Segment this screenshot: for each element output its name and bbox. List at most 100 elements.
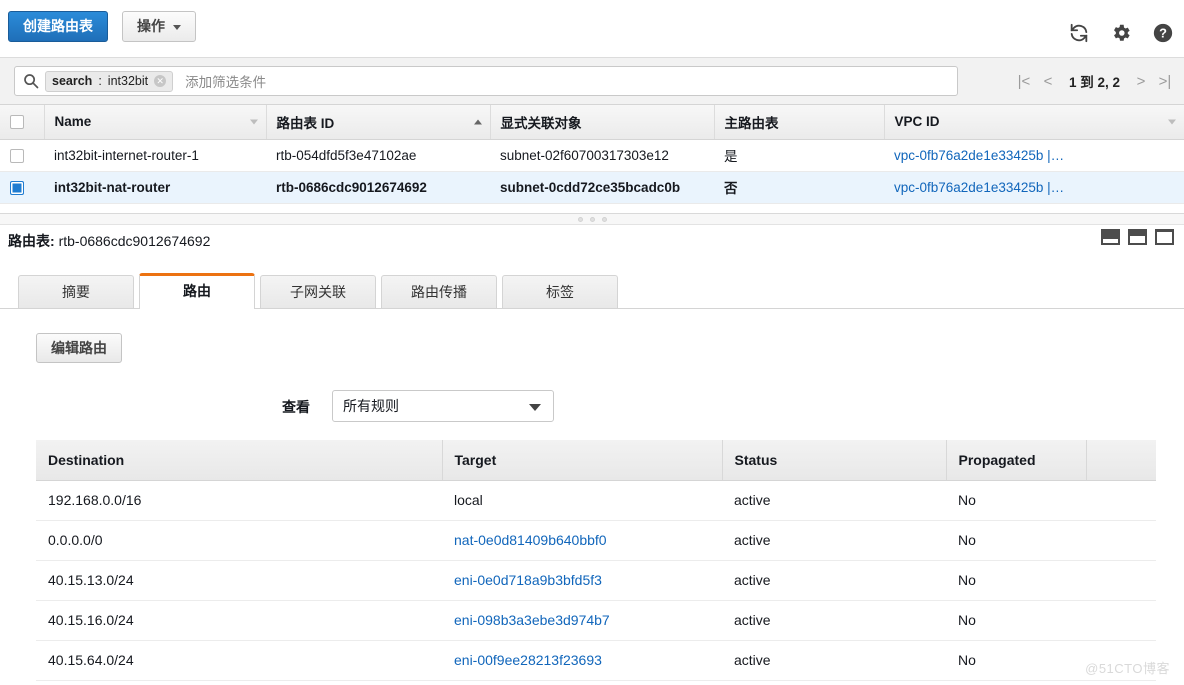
- tab-route-propagation[interactable]: 路由传播: [381, 275, 497, 309]
- tab-routes[interactable]: 路由: [139, 273, 255, 309]
- top-toolbar: 创建路由表 操作 ?: [0, 0, 1184, 57]
- pagination: |< < 1 到 2, 2 > >|: [1013, 66, 1176, 96]
- actions-label: 操作: [137, 18, 165, 34]
- table-row: 0.0.0.0/0 nat-0e0d81409b640bbf0 active N…: [36, 520, 1156, 561]
- route-target: eni-00f9ee28213f23693: [442, 640, 722, 681]
- table-row: 192.168.0.0/16 local active No: [36, 480, 1156, 521]
- pagination-first-button[interactable]: |<: [1013, 73, 1035, 90]
- route-propagated: No: [946, 560, 1086, 601]
- panel-splitter-handle[interactable]: [0, 213, 1184, 225]
- select-all-header: [0, 105, 44, 140]
- route-target: eni-098b3a3ebe3d974b7: [442, 600, 722, 641]
- pagination-next-button[interactable]: >: [1130, 73, 1152, 90]
- panel-size-small-icon[interactable]: [1101, 229, 1120, 245]
- vpc-link[interactable]: vpc-0fb76a2de1e33425b |…: [894, 180, 1064, 195]
- edit-routes-button[interactable]: 编辑路由: [36, 333, 122, 363]
- route-destination: 192.168.0.0/16: [36, 480, 442, 521]
- gear-icon[interactable]: [1110, 22, 1132, 44]
- route-propagated: No: [946, 480, 1086, 521]
- routes-column-status: Status: [721, 440, 946, 481]
- routes-table-wrapper: Destination Target Status Propagated 192…: [36, 440, 1156, 681]
- column-header-route-table-id[interactable]: 路由表 ID: [265, 105, 490, 140]
- route-status: active: [722, 560, 946, 601]
- table-row: 40.15.16.0/24 eni-098b3a3ebe3d974b7 acti…: [36, 600, 1156, 641]
- target-link[interactable]: eni-0e0d718a9b3bfd5f3: [454, 572, 602, 588]
- column-label: Name: [54, 114, 92, 130]
- actions-dropdown-button[interactable]: 操作: [122, 11, 196, 42]
- column-label: 路由表 ID: [276, 115, 335, 131]
- cell-route-table-id: rtb-0686cdc9012674692: [266, 171, 490, 204]
- route-target: local: [442, 480, 722, 521]
- cell-vpc-id: vpc-0fb76a2de1e33425b |…: [884, 139, 1184, 172]
- target-link[interactable]: nat-0e0d81409b640bbf0: [454, 532, 607, 548]
- routes-column-target: Target: [441, 440, 722, 481]
- toolbar-icon-group: ?: [1068, 22, 1174, 44]
- table-header-row: Name 路由表 ID 显式关联对象 主路由表 VPC ID: [0, 105, 1184, 140]
- target-link[interactable]: eni-098b3a3ebe3d974b7: [454, 612, 610, 628]
- panel-size-medium-icon[interactable]: [1128, 229, 1147, 245]
- cell-name: int32bit-nat-router: [44, 171, 266, 204]
- row-select-cell: [0, 171, 44, 204]
- select-all-checkbox[interactable]: [10, 115, 24, 130]
- target-link[interactable]: eni-00f9ee28213f23693: [454, 652, 602, 668]
- sort-descending-icon: [249, 119, 258, 125]
- search-filter-token[interactable]: search : int32bit ✕: [45, 70, 174, 92]
- route-spacer: [1086, 480, 1156, 521]
- route-status: active: [722, 520, 946, 561]
- column-header-main[interactable]: 主路由表: [713, 105, 884, 140]
- drag-dot-icon: [577, 216, 583, 222]
- route-propagated: No: [946, 600, 1086, 641]
- filter-bar: search : int32bit ✕ 添加筛选条件 |< < 1 到 2, 2…: [0, 57, 1184, 105]
- view-filter-label: 查看: [282, 399, 310, 415]
- detail-title-value: rtb-0686cdc9012674692: [58, 233, 211, 249]
- help-icon[interactable]: ?: [1152, 22, 1174, 44]
- sort-ascending-icon: [473, 119, 482, 125]
- refresh-icon[interactable]: [1068, 22, 1090, 44]
- column-header-vpc-id[interactable]: VPC ID: [883, 105, 1184, 140]
- detail-title: 路由表: rtb-0686cdc9012674692: [8, 231, 210, 251]
- svg-text:?: ?: [1159, 26, 1167, 41]
- create-route-table-button[interactable]: 创建路由表: [8, 11, 108, 42]
- routes-table: Destination Target Status Propagated 192…: [36, 440, 1156, 681]
- tab-summary[interactable]: 摘要: [18, 275, 134, 309]
- chevron-down-icon: [529, 404, 541, 411]
- column-header-association[interactable]: 显式关联对象: [489, 105, 714, 140]
- panel-size-controls: [1101, 229, 1174, 245]
- pagination-last-button[interactable]: >|: [1154, 73, 1176, 90]
- tab-tags[interactable]: 标签: [502, 275, 618, 309]
- row-checkbox[interactable]: [10, 180, 24, 195]
- column-label: VPC ID: [894, 114, 940, 130]
- table-row[interactable]: int32bit-nat-router rtb-0686cdc901267469…: [0, 171, 1184, 204]
- remove-token-icon[interactable]: ✕: [154, 75, 167, 87]
- route-target: nat-0e0d81409b640bbf0: [442, 520, 722, 561]
- view-filter-select[interactable]: 所有规则: [332, 390, 554, 422]
- view-filter-selected-value: 所有规则: [343, 398, 399, 414]
- route-spacer: [1086, 520, 1156, 561]
- search-input[interactable]: search : int32bit ✕ 添加筛选条件: [14, 66, 958, 96]
- routes-column-destination: Destination: [36, 440, 442, 481]
- tab-subnet-associations[interactable]: 子网关联: [260, 275, 376, 309]
- pagination-prev-button[interactable]: <: [1037, 73, 1059, 90]
- route-destination: 40.15.64.0/24: [36, 640, 442, 681]
- filter-placeholder: 添加筛选条件: [185, 75, 267, 90]
- column-header-name[interactable]: Name: [43, 105, 266, 140]
- routes-header-row: Destination Target Status Propagated: [36, 440, 1156, 481]
- detail-tabs: 摘要 路由 子网关联 路由传播 标签: [18, 273, 623, 309]
- route-destination: 40.15.16.0/24: [36, 600, 442, 641]
- detail-panel: 路由表: rtb-0686cdc9012674692 摘要 路由 子网关联 路由…: [0, 225, 1184, 685]
- routes-column-spacer: [1085, 440, 1156, 481]
- table-row[interactable]: int32bit-internet-router-1 rtb-054dfd5f3…: [0, 139, 1184, 172]
- routes-column-propagated: Propagated: [945, 440, 1086, 481]
- vpc-link[interactable]: vpc-0fb76a2de1e33425b |…: [894, 148, 1064, 163]
- column-label: 主路由表: [724, 115, 779, 131]
- route-tables-list: Name 路由表 ID 显式关联对象 主路由表 VPC ID int32bit-…: [0, 105, 1184, 213]
- token-key: search: [52, 74, 93, 88]
- table-row: 40.15.64.0/24 eni-00f9ee28213f23693 acti…: [36, 640, 1156, 681]
- chevron-down-icon: [173, 24, 181, 30]
- route-tables-table: Name 路由表 ID 显式关联对象 主路由表 VPC ID int32bit-…: [0, 105, 1184, 204]
- row-checkbox[interactable]: [10, 148, 24, 163]
- cell-vpc-id: vpc-0fb76a2de1e33425b |…: [884, 171, 1184, 204]
- route-spacer: [1086, 640, 1156, 681]
- panel-size-large-icon[interactable]: [1155, 229, 1174, 245]
- route-status: active: [722, 640, 946, 681]
